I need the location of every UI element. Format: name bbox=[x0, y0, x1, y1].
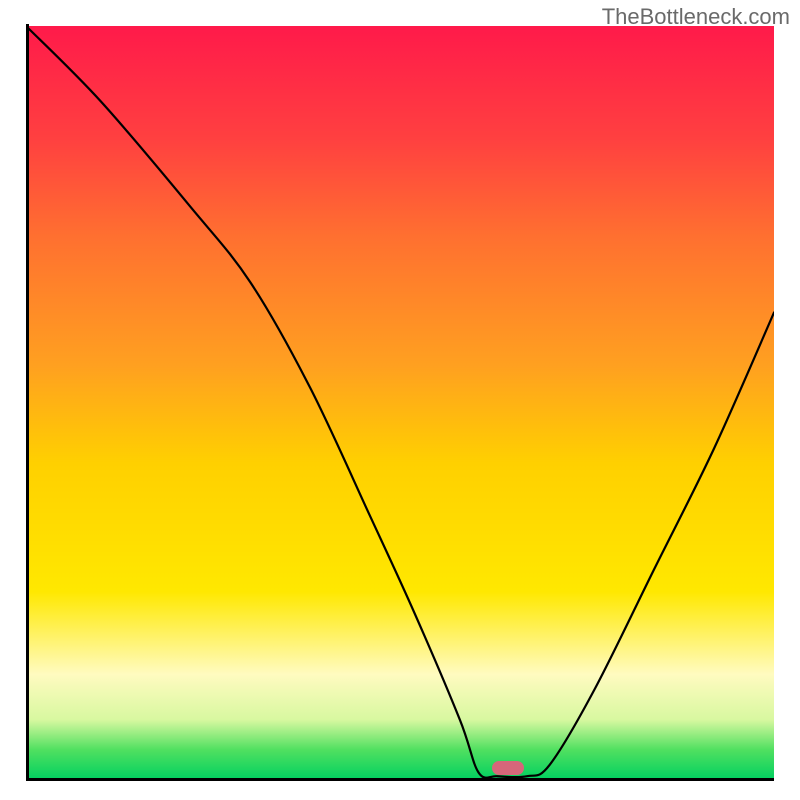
watermark-text: TheBottleneck.com bbox=[602, 4, 790, 30]
optimal-point-marker bbox=[492, 761, 524, 775]
bottleneck-curve-path bbox=[26, 26, 774, 778]
bottleneck-curve-svg bbox=[26, 26, 774, 780]
